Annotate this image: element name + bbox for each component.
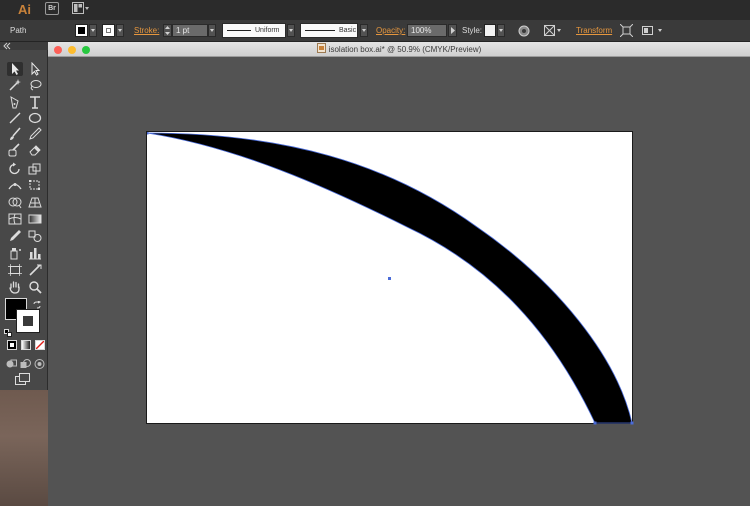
isolate-icon [619, 23, 634, 38]
draw-behind-button[interactable] [20, 356, 31, 368]
anchor-point-bottom-right[interactable] [630, 421, 634, 425]
brush-line-preview [305, 30, 335, 31]
document-title-text: isolation box.ai* @ 50.9% (CMYK/Preview) [328, 45, 482, 54]
color-mode-inner [10, 343, 14, 347]
blob-brush-tool-icon[interactable] [7, 143, 23, 157]
panel-menu-icon [642, 26, 662, 35]
graphic-style-dropdown[interactable] [497, 24, 505, 37]
control-bar: Path Stroke: 1 pt Uniform Basic Opacity:… [0, 20, 750, 42]
line-segment-tool-icon[interactable] [7, 111, 23, 125]
swap-fill-stroke-icon[interactable] [33, 296, 42, 309]
bridge-button[interactable]: Br [45, 2, 59, 15]
desktop-background [0, 390, 48, 506]
anchor-point-bottom-left[interactable] [593, 421, 597, 425]
ai-document-icon [316, 43, 326, 53]
align-grid-icon [544, 25, 561, 36]
document-title: isolation box.ai* @ 50.9% (CMYK/Preview) [48, 42, 750, 57]
selection-tool-icon[interactable] [7, 62, 23, 76]
recolor-artwork-button[interactable] [518, 25, 530, 37]
type-tool-icon[interactable] [27, 95, 43, 109]
illustrator-logo: Ai [18, 2, 31, 17]
eraser-tool-icon[interactable] [27, 143, 43, 157]
hand-tool-icon[interactable] [7, 280, 23, 294]
artboard[interactable] [146, 131, 634, 425]
scale-tool-icon[interactable] [27, 162, 43, 176]
selection-type-label: Path [10, 26, 27, 35]
eyedropper-tool-icon[interactable] [7, 229, 23, 243]
none-mode-button[interactable] [35, 340, 45, 350]
brush-definition-select[interactable]: Basic [300, 23, 358, 38]
opacity-slider-button[interactable] [448, 24, 457, 37]
arrange-documents-icon [72, 2, 89, 14]
document-title-bar[interactable]: isolation box.ai* @ 50.9% (CMYK/Preview) [48, 42, 750, 57]
brush-definition-dropdown[interactable] [360, 24, 368, 37]
profile-line-preview [227, 30, 251, 31]
blend-tool-icon[interactable] [27, 229, 43, 243]
variable-width-profile-value: Uniform [255, 27, 280, 34]
tool-panel-header[interactable] [0, 42, 48, 50]
variable-width-profile-dropdown[interactable] [287, 24, 295, 37]
align-to-button[interactable] [544, 25, 562, 37]
pen-tool-icon[interactable] [7, 95, 23, 109]
application-bar: Ai Br [0, 0, 750, 20]
zoom-tool-icon[interactable] [27, 280, 43, 294]
stroke-weight-dropdown[interactable] [208, 24, 216, 37]
fill-dropdown[interactable] [89, 24, 97, 37]
perspective-grid-tool-icon[interactable] [27, 195, 43, 209]
paintbrush-tool-icon[interactable] [7, 127, 23, 141]
pencil-tool-icon[interactable] [27, 127, 43, 141]
stroke-weight-stepper[interactable] [163, 24, 172, 37]
stroke-swatch-inner [106, 28, 111, 33]
variable-width-profile-select[interactable]: Uniform [222, 23, 286, 38]
opacity-panel-link[interactable]: Opacity: [376, 20, 405, 42]
mesh-tool-icon[interactable] [7, 212, 23, 226]
draw-normal-button[interactable] [6, 356, 17, 368]
slice-tool-icon[interactable] [27, 263, 43, 277]
arrange-documents-button[interactable] [72, 2, 90, 15]
stroke-swatch[interactable] [102, 24, 115, 37]
isolate-selected-button[interactable] [619, 23, 634, 38]
artwork-canvas [147, 132, 634, 425]
opacity-input[interactable]: 100% [407, 24, 447, 37]
ellipse-tool-icon[interactable] [27, 111, 43, 125]
stepper-arrows-icon [165, 26, 170, 35]
stroke-weight-input[interactable]: 1 pt [172, 24, 208, 37]
brush-definition-value: Basic [339, 27, 357, 34]
symbol-sprayer-tool-icon[interactable] [7, 246, 23, 260]
lasso-tool-icon[interactable] [27, 78, 43, 92]
transform-panel-link[interactable]: Transform [576, 20, 612, 42]
fill-swatch[interactable] [75, 24, 88, 37]
center-point [388, 277, 391, 280]
illustrator-window: Ai Br Path Stroke: 1 pt Uniform Basic Op… [0, 0, 750, 506]
stroke-dropdown[interactable] [116, 24, 124, 37]
none-slash-icon [36, 341, 44, 349]
fill-swatch-color [78, 27, 85, 34]
arrange-menu-button[interactable] [642, 25, 664, 37]
width-tool-icon[interactable] [7, 178, 23, 192]
free-transform-tool-icon[interactable] [27, 178, 43, 192]
direct-selection-tool-icon[interactable] [27, 62, 43, 76]
rotate-tool-icon[interactable] [7, 162, 23, 176]
style-label: Style: [462, 26, 483, 35]
artboard-tool-icon[interactable] [7, 263, 23, 277]
shape-builder-tool-icon[interactable] [7, 195, 23, 209]
stroke-color-inner [23, 316, 33, 326]
gradient-tool-icon[interactable] [27, 212, 43, 226]
color-wheel-icon [518, 25, 530, 37]
anchor-point-top-left[interactable] [147, 132, 149, 135]
color-mode-button[interactable] [7, 340, 17, 350]
stroke-panel-link[interactable]: Stroke: [134, 20, 159, 42]
column-graph-tool-icon[interactable] [27, 246, 43, 260]
graphic-style-swatch[interactable] [484, 24, 496, 37]
tools-panel [0, 50, 48, 390]
draw-inside-button[interactable] [34, 356, 45, 369]
collapse-panel-icon [3, 42, 11, 50]
default-fill-stroke-icon[interactable] [4, 324, 12, 337]
stroke-color-box[interactable] [16, 309, 40, 333]
screen-mode-button[interactable] [15, 372, 31, 385]
gradient-mode-button[interactable] [21, 340, 31, 350]
magic-wand-tool-icon[interactable] [7, 78, 23, 92]
play-arrow-icon [451, 27, 455, 34]
